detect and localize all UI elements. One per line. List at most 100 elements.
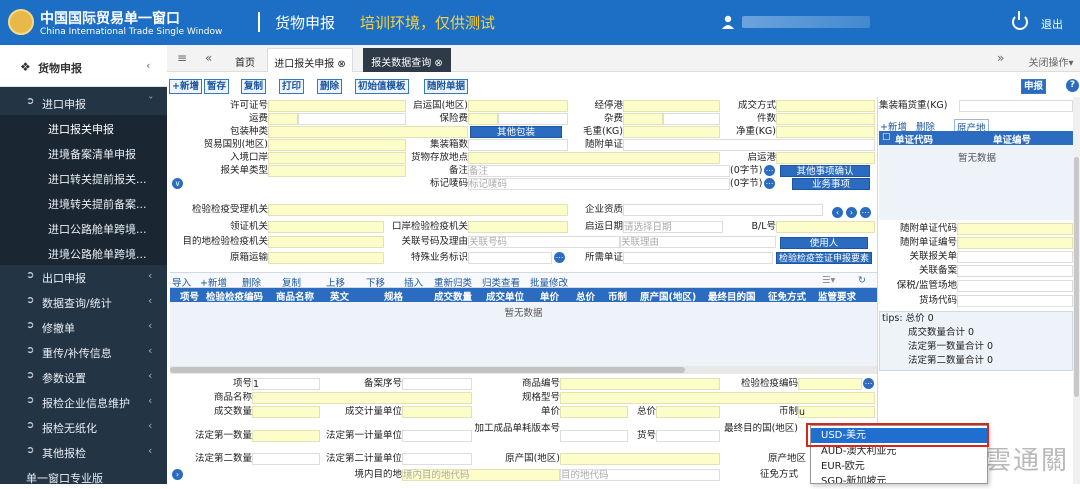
tradecountry-input[interactable] [268,139,406,151]
domestic-input[interactable]: 境内目的地代码 [402,469,560,481]
relreason-input[interactable]: 关联理由 [620,236,776,248]
misc-input-2[interactable] [663,113,720,125]
checkbox-icon[interactable]: ☐ [882,132,891,143]
collect-input[interactable] [268,221,384,233]
destcode-input[interactable]: 目的地代码 [560,469,720,481]
via-input[interactable] [623,100,720,112]
q2-input[interactable] [252,453,320,465]
move-up-button[interactable]: 上移 [326,275,345,289]
sidebar-group-query[interactable]: ➲ 数据查询/统计 ‹ [0,290,167,314]
unit-input[interactable] [402,406,472,418]
tab-import-decl[interactable]: 进口报关申报 ⊗ [267,48,353,72]
goodsno-input[interactable] [560,378,720,390]
reclassify-button[interactable]: 重新归类 [434,275,472,289]
sidebar-item-transfer[interactable]: 进口转关提前报关... [0,165,167,190]
remark-input[interactable]: 备注 [468,165,730,177]
double-left-icon[interactable]: « [205,51,212,65]
permit-input[interactable] [268,100,406,112]
more-icon[interactable]: ⋯ [860,207,871,218]
sidebar-item-import-decl[interactable]: 进口报关申报 [0,115,167,140]
u1-input[interactable] [402,430,472,442]
origship-input[interactable] [268,252,384,264]
currency-option[interactable]: EUR-欧元 [811,459,987,474]
next-icon[interactable]: › [846,207,857,218]
startdate-input[interactable]: 请选择日期 [623,221,723,233]
declare-button[interactable]: 申报 [1021,79,1047,94]
prev-icon[interactable]: ‹ [832,207,843,218]
inspcode-input[interactable] [798,378,862,390]
import-button[interactable]: 导入 [172,275,191,289]
detail-copy-button[interactable]: 复制 [282,275,301,289]
attdoc-input[interactable] [623,139,875,151]
decltype-input[interactable] [268,165,406,177]
horizontal-scrollbar[interactable] [170,366,877,374]
reqdoc-input[interactable] [623,252,773,264]
model-input[interactable] [560,392,875,404]
misc-input[interactable] [623,113,663,125]
qty-input[interactable] [252,406,320,418]
relcust-input[interactable] [957,251,1073,263]
boxweight-input[interactable] [959,100,1073,112]
itemno-input[interactable]: 1 [252,378,320,390]
other-pack-button[interactable]: 其他包装 [470,126,562,138]
sidebar-group-params[interactable]: ➲ 参数设置 ‹ [0,365,167,389]
trade-input[interactable] [776,100,875,112]
sidebar-item-entry-list[interactable]: 进境备案清单申报 [0,140,167,165]
sidebar-group-other[interactable]: ➲ 其他报检 ‹ [0,440,167,464]
attno-input[interactable] [957,237,1073,249]
tab-home[interactable]: 首页 [227,48,263,72]
sidebar-group-enterprise[interactable]: ➲ 报检企业信息维护 ‹ [0,390,167,414]
price-input[interactable] [560,406,628,418]
sidebar-group-revoke[interactable]: ➲ 修撤单 ‹ [0,315,167,339]
sidebar-group-pro[interactable]: 单一窗口专业版 [0,465,167,489]
goodsid-input[interactable] [656,430,720,442]
ellipsis-icon[interactable]: ⋯ [863,378,874,389]
sidebar-group-resend[interactable]: ➲ 重传/补传信息 ‹ [0,340,167,364]
sidebar-group-export[interactable]: ➲ 出口申报 ‹ [0,265,167,289]
double-right-icon[interactable]: » [997,51,1004,65]
insp-cert-button[interactable]: 检验检疫签证申报要素 [776,252,872,264]
print-button[interactable]: 打印 [279,79,305,94]
insur-input-2[interactable] [498,113,568,125]
bonded-input[interactable] [957,280,1073,292]
help-icon[interactable]: ? [1066,79,1079,92]
business-button[interactable]: 业务事项 [792,178,870,190]
cargocode-input[interactable] [957,295,1073,307]
init-template-button[interactable]: 初始值模板 [355,79,409,94]
delete-button[interactable]: 删除 [317,79,343,94]
mark-input[interactable]: 标记唛码 [468,178,730,190]
insert-button[interactable]: 插入 [404,275,423,289]
sidebar-item-transfer-record[interactable]: 进境转关提前备案... [0,190,167,215]
startport-input[interactable] [776,152,875,164]
vertical-scrollbar[interactable] [1073,97,1080,484]
corpqual-input[interactable] [623,204,823,216]
freight-input-2[interactable] [298,113,406,125]
destinsp-input[interactable] [268,236,384,248]
user-icon[interactable] [722,15,734,29]
name-input[interactable] [252,392,472,404]
freight-input[interactable] [268,113,298,125]
total-input[interactable] [656,406,720,418]
add-button[interactable]: +新增 [169,79,202,94]
currency-input[interactable]: u [798,406,875,418]
close-icon[interactable]: ⊗ [337,59,345,70]
u2-input[interactable] [402,453,472,465]
expand-icon[interactable]: ∨ [172,178,183,189]
insur-input[interactable] [468,113,498,125]
scroll-thumb[interactable] [170,367,685,373]
relrec-input[interactable] [957,265,1073,277]
relno-input[interactable]: 关联号码 [468,236,620,248]
refresh-icon[interactable]: ↻ [858,275,866,286]
sidebar-group-import[interactable]: ➲ 进口申报 ˇ [0,91,167,115]
pack-input[interactable] [268,126,468,138]
tab-query[interactable]: 报关数据查询 ⊗ [363,48,451,72]
boxnum-input[interactable] [468,139,568,151]
detail-add-button[interactable]: +新增 [200,275,227,289]
power-icon[interactable] [1012,11,1028,30]
expand-icon[interactable]: › [172,469,183,480]
ellipsis-icon[interactable]: ⋯ [554,252,565,263]
scroll-thumb[interactable] [1074,157,1079,397]
inspapp-input[interactable] [268,204,568,216]
version-input[interactable] [560,430,628,442]
sidebar-item-road-import[interactable]: 进口公路舱单跨境... [0,215,167,240]
